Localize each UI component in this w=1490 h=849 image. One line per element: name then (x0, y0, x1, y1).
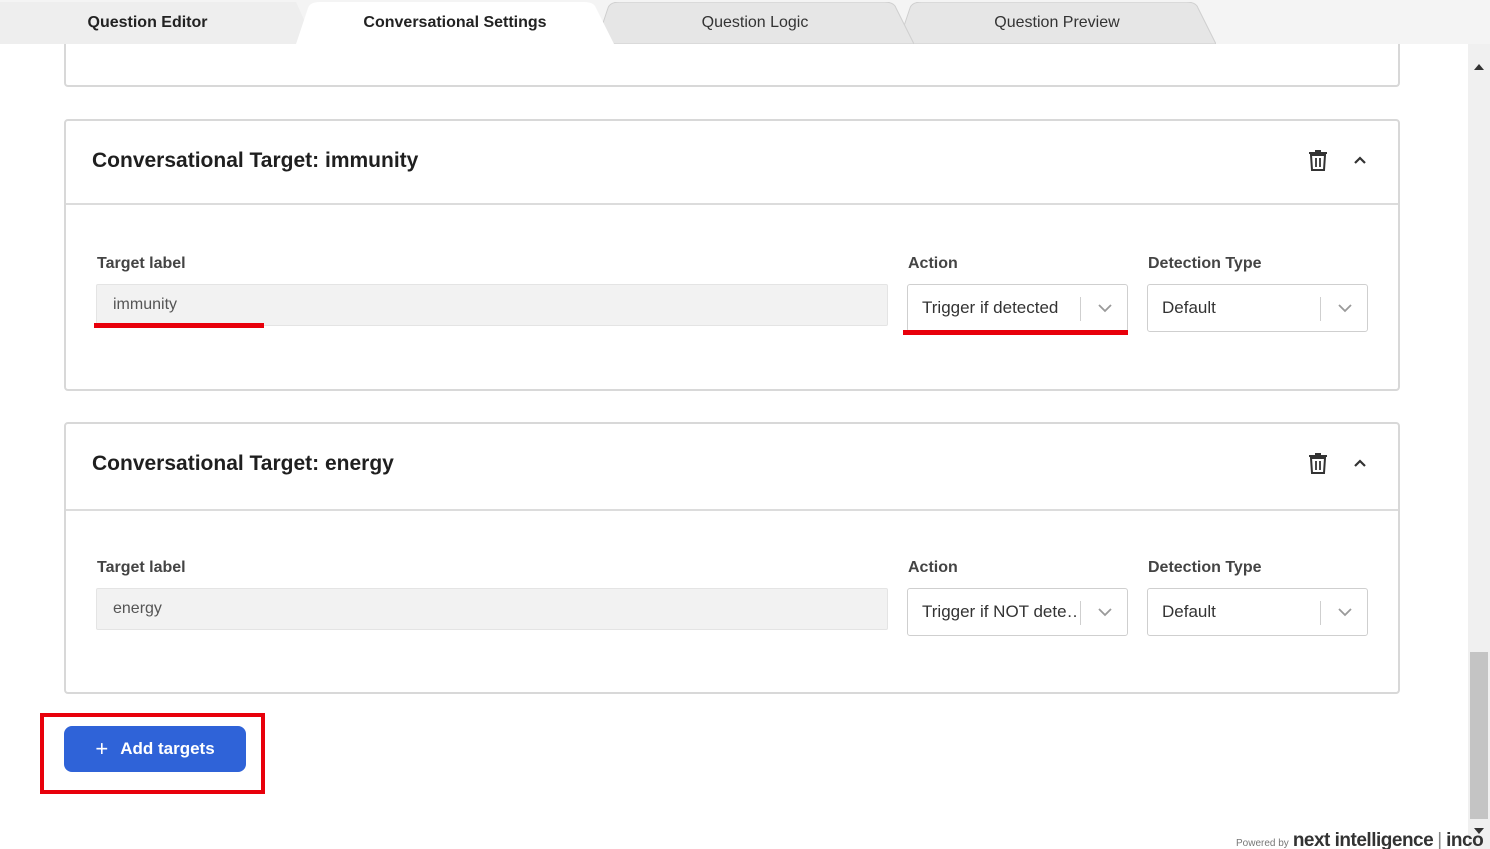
tab-question-preview[interactable]: Question Preview (898, 2, 1216, 44)
tab-question-logic[interactable]: Question Logic (596, 2, 914, 44)
trash-icon (1309, 453, 1327, 474)
powered-by-brand: Powered by next intelligence | inco (1236, 830, 1490, 849)
action-caption: Action (908, 255, 958, 272)
scroll-up-arrow-icon[interactable] (1472, 62, 1486, 72)
card-header: Conversational Target: immunity (66, 121, 1398, 205)
detection-type-select[interactable]: Default (1147, 588, 1368, 636)
brand-logo-text: next intelligence (1292, 830, 1434, 849)
target-label-input[interactable]: immunity (96, 284, 888, 326)
tab-label: Question Logic (701, 14, 809, 31)
brand-separator: | (1437, 830, 1443, 849)
target-card-energy: Conversational Target: energy Target lab… (64, 422, 1400, 694)
add-targets-label: Add targets (120, 739, 215, 758)
select-separator (1080, 601, 1081, 625)
tab-label: Question Editor (87, 14, 208, 31)
delete-target-button[interactable] (1306, 147, 1330, 173)
target-card-immunity: Conversational Target: immunity Target l… (64, 119, 1400, 391)
scrollbar-thumb[interactable] (1470, 652, 1488, 819)
chevron-down-icon (1098, 608, 1112, 617)
chevron-down-icon (1338, 304, 1352, 313)
annotation-underline (94, 323, 264, 328)
tab-conversational-settings[interactable]: Conversational Settings (296, 2, 614, 44)
powered-by-text: Powered by (1236, 838, 1289, 849)
chevron-up-icon (1354, 459, 1366, 467)
card-header: Conversational Target: energy (66, 424, 1398, 511)
card-title: Conversational Target: energy (92, 452, 394, 475)
target-label-input[interactable]: energy (96, 588, 888, 630)
annotation-underline (903, 330, 1128, 335)
tab-bar: Question Editor Question Preview Questio… (0, 0, 1490, 44)
collapse-button[interactable] (1348, 450, 1372, 476)
tab-label: Conversational Settings (363, 14, 547, 31)
add-targets-button[interactable]: + Add targets (64, 726, 246, 772)
tab-label: Question Preview (994, 14, 1120, 31)
plus-icon: + (95, 736, 109, 761)
chevron-up-icon (1354, 156, 1366, 164)
brand-logo-text-2: inco (1446, 830, 1484, 849)
action-select[interactable]: Trigger if detected (907, 284, 1128, 332)
trash-icon (1309, 150, 1327, 171)
action-select-value: Trigger if detected (922, 298, 1059, 317)
detection-type-caption: Detection Type (1148, 559, 1262, 576)
card-title: Conversational Target: immunity (92, 149, 419, 172)
action-caption: Action (908, 559, 958, 576)
action-select-value: Trigger if NOT dete… (922, 602, 1078, 621)
target-label-caption: Target label (97, 255, 186, 272)
chevron-down-icon (1338, 608, 1352, 617)
detection-type-caption: Detection Type (1148, 255, 1262, 272)
detection-type-select[interactable]: Default (1147, 284, 1368, 332)
chevron-down-icon (1098, 304, 1112, 313)
delete-target-button[interactable] (1306, 450, 1330, 476)
select-separator (1320, 297, 1321, 321)
action-select[interactable]: Trigger if NOT dete… (907, 588, 1128, 636)
detection-type-value: Default (1162, 602, 1216, 621)
detection-type-value: Default (1162, 298, 1216, 317)
collapse-button[interactable] (1348, 147, 1372, 173)
target-label-caption: Target label (97, 559, 186, 576)
select-separator (1320, 601, 1321, 625)
tab-question-editor[interactable]: Question Editor (0, 2, 315, 44)
select-separator (1080, 297, 1081, 321)
previous-target-card (64, 44, 1400, 87)
